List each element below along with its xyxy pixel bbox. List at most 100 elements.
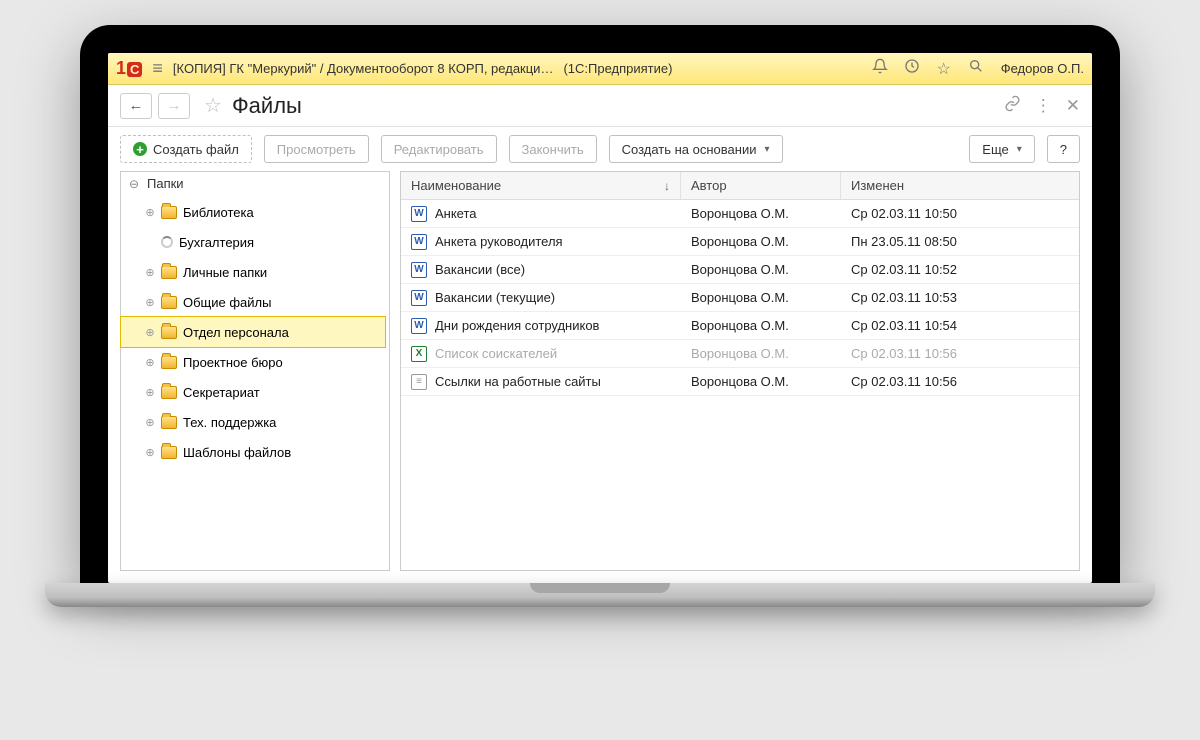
chevron-down-icon: ▾ — [1017, 144, 1022, 155]
file-modified: Пн 23.05.11 08:50 — [841, 234, 1079, 249]
folders-panel: ⊖ Папки ⊕ Библиотека Бухгалтерия ⊕Личные па… — [120, 171, 390, 571]
finish-button[interactable]: Закончить — [509, 135, 597, 163]
star-icon[interactable]: ☆ — [933, 59, 955, 79]
file-modified: Ср 02.03.11 10:56 — [841, 346, 1079, 361]
file-author: Воронцова О.М. — [681, 262, 841, 277]
file-name: Анкета — [435, 206, 477, 221]
more-button[interactable]: Еще ▾ — [969, 135, 1034, 163]
expand-icon[interactable]: ⊕ — [145, 416, 155, 429]
expand-icon[interactable]: ⊕ — [145, 206, 155, 219]
folder-label: Проектное бюро — [183, 355, 283, 370]
word-file-icon: W — [411, 318, 427, 334]
word-file-icon: W — [411, 234, 427, 250]
column-modified[interactable]: Изменен — [841, 172, 1079, 199]
file-modified: Ср 02.03.11 10:54 — [841, 318, 1079, 333]
table-body: WАнкетаВоронцова О.М.Ср 02.03.11 10:50WА… — [401, 200, 1079, 396]
file-modified: Ср 02.03.11 10:50 — [841, 206, 1079, 221]
collapse-icon[interactable]: ⊖ — [129, 177, 139, 191]
expand-icon[interactable]: ⊕ — [145, 296, 155, 309]
chevron-down-icon: ▾ — [764, 144, 769, 155]
close-icon[interactable]: ✕ — [1066, 96, 1080, 116]
folder-item[interactable]: ⊕ Общие файлы — [121, 287, 385, 317]
file-author: Воронцова О.М. — [681, 234, 841, 249]
folder-label: Тех. поддержка — [183, 415, 276, 430]
laptop-frame: 1C ≡ [КОПИЯ] ГК "Меркурий" / Документооб… — [80, 25, 1120, 607]
main-split: ⊖ Папки ⊕ Библиотека Бухгалтерия ⊕Личные па… — [108, 171, 1092, 583]
file-modified: Ср 02.03.11 10:52 — [841, 262, 1079, 277]
link-icon[interactable] — [1004, 95, 1021, 117]
table-row[interactable]: WАнкета руководителяВоронцова О.М.Пн 23.… — [401, 228, 1079, 256]
expand-icon[interactable]: ⊕ — [145, 446, 155, 459]
history-icon[interactable] — [901, 58, 923, 79]
file-modified: Ср 02.03.11 10:56 — [841, 374, 1079, 389]
folder-label: Секретариат — [183, 385, 260, 400]
file-author: Воронцова О.М. — [681, 290, 841, 305]
file-name: Вакансии (все) — [435, 262, 525, 277]
file-name: Вакансии (текущие) — [435, 290, 555, 305]
plus-icon: + — [133, 142, 147, 156]
folder-item[interactable]: ⊕Личные папки — [121, 257, 385, 287]
table-header: Наименование ↓ Автор Изменен — [401, 172, 1079, 200]
folder-icon — [161, 386, 177, 399]
word-file-icon: W — [411, 290, 427, 306]
folder-icon — [161, 296, 177, 309]
view-button[interactable]: Просмотреть — [264, 135, 369, 163]
folder-label: Шаблоны файлов — [183, 445, 291, 460]
app-window: 1C ≡ [КОПИЯ] ГК "Меркурий" / Документооб… — [108, 53, 1092, 583]
column-name[interactable]: Наименование ↓ — [401, 172, 681, 199]
folder-item[interactable]: ⊕ Библиотека — [121, 197, 385, 227]
file-modified: Ср 02.03.11 10:53 — [841, 290, 1079, 305]
folder-icon — [161, 446, 177, 459]
laptop-base — [45, 583, 1155, 607]
expand-icon[interactable]: ⊕ — [145, 266, 155, 279]
expand-icon[interactable]: ⊕ — [145, 386, 155, 399]
back-button[interactable]: ← — [120, 93, 152, 119]
create-file-label: Создать файл — [153, 142, 239, 157]
word-file-icon: W — [411, 206, 427, 222]
files-panel: Наименование ↓ Автор Изменен W Анкета Воро… — [400, 171, 1080, 571]
window-title: [КОПИЯ] ГК "Меркурий" / Документооборот … — [173, 61, 554, 76]
kebab-icon[interactable]: ⋮ — [1035, 96, 1052, 116]
help-button[interactable]: ? — [1047, 135, 1080, 163]
table-row[interactable]: WВакансии (все)Воронцова О.М.Ср 02.03.11… — [401, 256, 1079, 284]
search-icon[interactable] — [965, 58, 987, 79]
folder-item[interactable]: ⊕ Тех. поддержка — [121, 407, 385, 437]
sort-asc-icon: ↓ — [664, 179, 670, 193]
tree-root-label: Папки — [147, 176, 184, 191]
folder-label: Библиотека — [183, 205, 254, 220]
file-author: Воронцова О.М. — [681, 346, 841, 361]
loading-icon — [161, 236, 173, 248]
folder-label: Общие файлы — [183, 295, 271, 310]
create-based-on-button[interactable]: Создать на основании ▾ — [609, 135, 783, 163]
bell-icon[interactable] — [869, 58, 891, 79]
table-row[interactable]: W Вакансии (текущие) Воронцова О.М.Ср 02.0… — [401, 284, 1079, 312]
expand-icon[interactable]: ⊕ — [145, 356, 155, 369]
folder-item[interactable]: ⊕ Проектное бюро — [121, 347, 385, 377]
folder-item[interactable]: ⊕ Секретариат — [121, 377, 385, 407]
folder-label: Бухгалтерия — [179, 235, 254, 250]
expand-icon[interactable]: ⊕ — [145, 326, 155, 339]
folder-item[interactable]: ⊕ Шаблоны файлов — [121, 437, 385, 467]
favorite-icon[interactable]: ☆ — [204, 93, 222, 118]
folder-icon — [161, 356, 177, 369]
folder-tree: ⊕БиблиотекаБухгалтерия⊕Личные папки⊕Общи… — [121, 195, 389, 473]
titlebar: 1C ≡ [КОПИЯ] ГК "Меркурий" / Документооб… — [108, 53, 1092, 85]
tree-root[interactable]: ⊖ Папки — [121, 172, 389, 195]
table-row[interactable]: ≡Ссылки на работные сайтыВоронцова О.М.С… — [401, 368, 1079, 396]
page-header: ← → ☆ Файлы ⋮ ✕ — [108, 85, 1092, 127]
table-row[interactable]: XСписок соискателейВоронцова О.М.Ср 02.0… — [401, 340, 1079, 368]
file-name: Дни рождения сотрудников — [435, 318, 599, 333]
column-author[interactable]: Автор — [681, 172, 841, 199]
file-name: Список соискателей — [435, 346, 557, 361]
edit-button[interactable]: Редактировать — [381, 135, 497, 163]
folder-icon — [161, 416, 177, 429]
folder-item[interactable]: Бухгалтерия — [121, 227, 385, 257]
folder-item[interactable]: ⊕Отдел персонала — [121, 317, 385, 347]
table-row[interactable]: W Анкета Воронцова О.М.Ср 02.03.11 10:50 — [401, 200, 1079, 228]
folder-icon — [161, 326, 177, 339]
file-author: Воронцова О.М. — [681, 206, 841, 221]
menu-icon[interactable]: ≡ — [152, 58, 163, 79]
user-name[interactable]: Федоров О.П. — [1001, 61, 1084, 76]
create-file-button[interactable]: + Создать файл — [120, 135, 252, 163]
table-row[interactable]: WДни рождения сотрудниковВоронцова О.М.С… — [401, 312, 1079, 340]
